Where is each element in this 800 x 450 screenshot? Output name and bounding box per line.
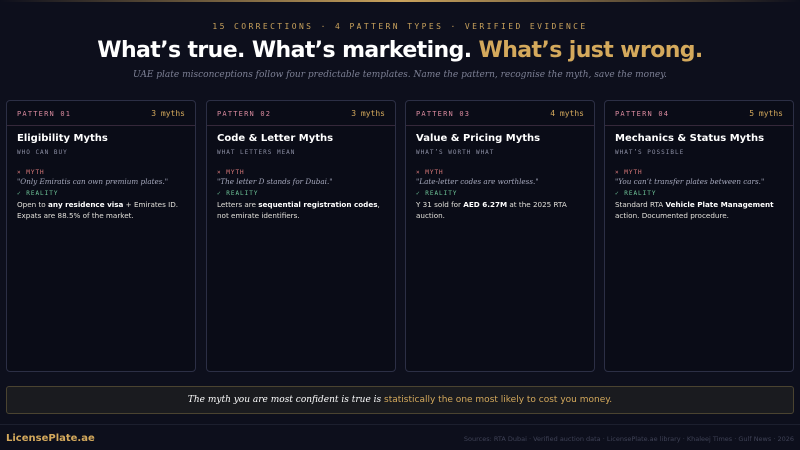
myth-count: 5 myths	[749, 109, 783, 118]
reality-tag: ✓ REALITY	[416, 190, 458, 197]
headline: What’s true. What’s marketing. What’s ju…	[0, 38, 800, 63]
top-accent-rule	[0, 0, 800, 2]
reality-text: Letters are sequential registration code…	[217, 200, 380, 220]
myth-tag: × MYTH	[416, 169, 444, 176]
card-header: PATTERN 03 4 myths	[406, 101, 594, 126]
closing-callout: The myth you are most confident is true …	[6, 386, 794, 414]
card-header: PATTERN 01 3 myths	[7, 101, 195, 126]
reality-emphasis: sequential registration codes	[258, 200, 378, 209]
headline-accent: What’s just wrong.	[478, 38, 704, 63]
pattern-label: PATTERN 04	[615, 110, 670, 118]
pattern-card-eligibility: PATTERN 01 3 myths Eligibility Myths WHO…	[6, 100, 196, 372]
footer-divider	[0, 424, 800, 425]
pattern-label: PATTERN 02	[217, 110, 272, 118]
reality-emphasis: Vehicle Plate Management	[665, 200, 774, 209]
card-title: Eligibility Myths	[17, 133, 108, 144]
myth-tag: × MYTH	[217, 169, 245, 176]
reality-emphasis: AED 6.27M	[463, 200, 508, 209]
card-subtitle: WHAT LETTERS MEAN	[217, 149, 296, 156]
pattern-label: PATTERN 01	[17, 110, 72, 118]
card-subtitle: WHO CAN BUY	[17, 149, 68, 156]
pattern-label: PATTERN 03	[416, 110, 471, 118]
myth-text: "Only Emiratis can own premium plates."	[17, 177, 169, 186]
card-subtitle: WHAT’S WORTH WHAT	[416, 149, 495, 156]
reality-text: Open to any residence visa + Emirates ID…	[17, 200, 179, 220]
reality-tag: ✓ REALITY	[217, 190, 259, 197]
card-title: Mechanics & Status Myths	[615, 133, 765, 144]
reality-emphasis: any residence visa	[47, 200, 124, 209]
myth-text: "The letter D stands for Dubai."	[217, 177, 333, 186]
card-title: Value & Pricing Myths	[416, 133, 541, 144]
card-header: PATTERN 02 3 myths	[207, 101, 395, 126]
myth-text: "Late-letter codes are worthless."	[416, 177, 539, 186]
reality-tag: ✓ REALITY	[615, 190, 657, 197]
headline-main: What’s true. What’s marketing.	[97, 38, 472, 63]
card-header: PATTERN 04 5 myths	[605, 101, 793, 126]
kicker: 15 CORRECTIONS · 4 PATTERN TYPES · VERIF…	[212, 22, 588, 31]
myth-count: 3 myths	[351, 109, 385, 118]
card-title: Code & Letter Myths	[217, 133, 334, 144]
reality-text: Standard RTA Vehicle Plate Management ac…	[615, 200, 774, 220]
myth-text: "You can’t transfer plates between cars.…	[615, 177, 765, 186]
reality-tag: ✓ REALITY	[17, 190, 59, 197]
callout-lead: The myth you are most confident is true …	[187, 395, 382, 405]
brand-logo-text[interactable]: LicensePlate.ae	[6, 433, 95, 444]
callout-highlight: statistically the one most likely to cos…	[384, 395, 613, 405]
myth-count: 4 myths	[550, 109, 584, 118]
subheading: UAE plate misconceptions follow four pre…	[133, 70, 667, 80]
sources-line: Sources: RTA Dubai · Verified auction da…	[463, 435, 794, 443]
pattern-card-code-letter: PATTERN 02 3 myths Code & Letter Myths W…	[206, 100, 396, 372]
pattern-card-value-pricing: PATTERN 03 4 myths Value & Pricing Myths…	[405, 100, 595, 372]
pattern-cards: PATTERN 01 3 myths Eligibility Myths WHO…	[6, 100, 796, 375]
myth-tag: × MYTH	[615, 169, 643, 176]
card-subtitle: WHAT’S POSSIBLE	[615, 149, 685, 156]
myth-count: 3 myths	[151, 109, 185, 118]
myth-tag: × MYTH	[17, 169, 45, 176]
reality-text: Y 31 sold for AED 6.27M at the 2025 RTA …	[416, 200, 567, 220]
pattern-card-mechanics-status: PATTERN 04 5 myths Mechanics & Status My…	[604, 100, 794, 372]
